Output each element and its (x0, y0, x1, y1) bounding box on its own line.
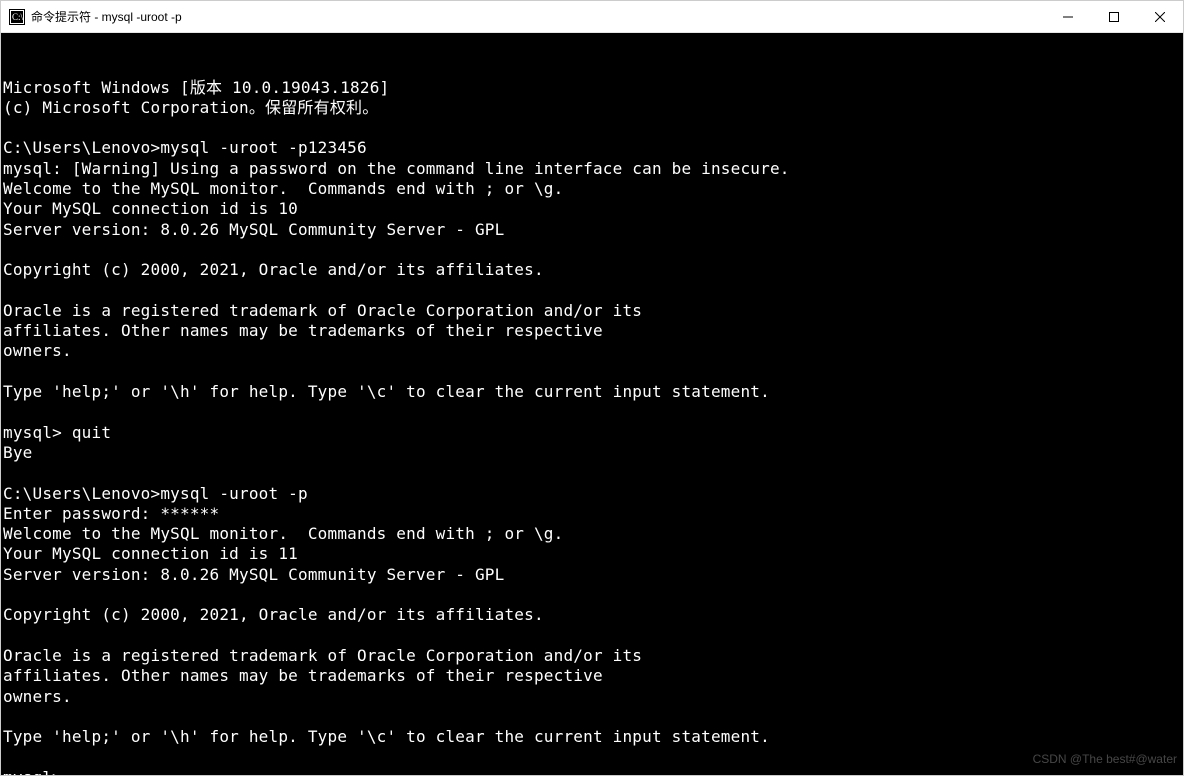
terminal-line: Microsoft Windows [版本 10.0.19043.1826] (3, 78, 1181, 98)
terminal-line: Type 'help;' or '\h' for help. Type '\c'… (3, 727, 1181, 747)
window-title: 命令提示符 - mysql -uroot -p (31, 8, 182, 25)
terminal-line: Your MySQL connection id is 11 (3, 544, 1181, 564)
terminal-line (3, 240, 1181, 260)
cmd-icon: C:\ (9, 9, 25, 25)
svg-text:C:\: C:\ (12, 12, 24, 22)
maximize-button[interactable] (1091, 1, 1137, 33)
terminal-line (3, 362, 1181, 382)
terminal-line (3, 281, 1181, 301)
terminal-line: owners. (3, 341, 1181, 361)
terminal-line (3, 707, 1181, 727)
close-button[interactable] (1137, 1, 1183, 33)
terminal-line (3, 585, 1181, 605)
terminal-line: C:\Users\Lenovo>mysql -uroot -p (3, 484, 1181, 504)
terminal-line (3, 463, 1181, 483)
terminal-line: Oracle is a registered trademark of Orac… (3, 646, 1181, 666)
terminal-line: Bye (3, 443, 1181, 463)
terminal-line: Enter password: ****** (3, 504, 1181, 524)
terminal-line: Server version: 8.0.26 MySQL Community S… (3, 220, 1181, 240)
terminal-line: affiliates. Other names may be trademark… (3, 666, 1181, 686)
terminal-line: Server version: 8.0.26 MySQL Community S… (3, 565, 1181, 585)
terminal-line: Copyright (c) 2000, 2021, Oracle and/or … (3, 605, 1181, 625)
terminal-line: Welcome to the MySQL monitor. Commands e… (3, 179, 1181, 199)
terminal-line: C:\Users\Lenovo>mysql -uroot -p123456 (3, 138, 1181, 158)
minimize-button[interactable] (1045, 1, 1091, 33)
terminal-line: mysql> quit (3, 423, 1181, 443)
watermark-text: CSDN @The best#@water (1033, 749, 1177, 769)
terminal-line (3, 118, 1181, 138)
terminal-line: owners. (3, 687, 1181, 707)
terminal-line: Copyright (c) 2000, 2021, Oracle and/or … (3, 260, 1181, 280)
terminal-line: mysql: [Warning] Using a password on the… (3, 159, 1181, 179)
terminal-line (3, 626, 1181, 646)
terminal-line (3, 402, 1181, 422)
terminal-line: (c) Microsoft Corporation。保留所有权利。 (3, 98, 1181, 118)
window: C:\ 命令提示符 - mysql -uroot -p Microsoft Wi… (0, 0, 1184, 776)
terminal-line: mysql> (3, 768, 1181, 775)
terminal-line: Type 'help;' or '\h' for help. Type '\c'… (3, 382, 1181, 402)
terminal-line (3, 747, 1181, 767)
titlebar[interactable]: C:\ 命令提示符 - mysql -uroot -p (1, 1, 1183, 33)
window-controls (1045, 1, 1183, 33)
terminal-line: affiliates. Other names may be trademark… (3, 321, 1181, 341)
terminal-line: Your MySQL connection id is 10 (3, 199, 1181, 219)
terminal-output[interactable]: Microsoft Windows [版本 10.0.19043.1826](c… (1, 33, 1183, 775)
terminal-line: Oracle is a registered trademark of Orac… (3, 301, 1181, 321)
terminal-line: Welcome to the MySQL monitor. Commands e… (3, 524, 1181, 544)
